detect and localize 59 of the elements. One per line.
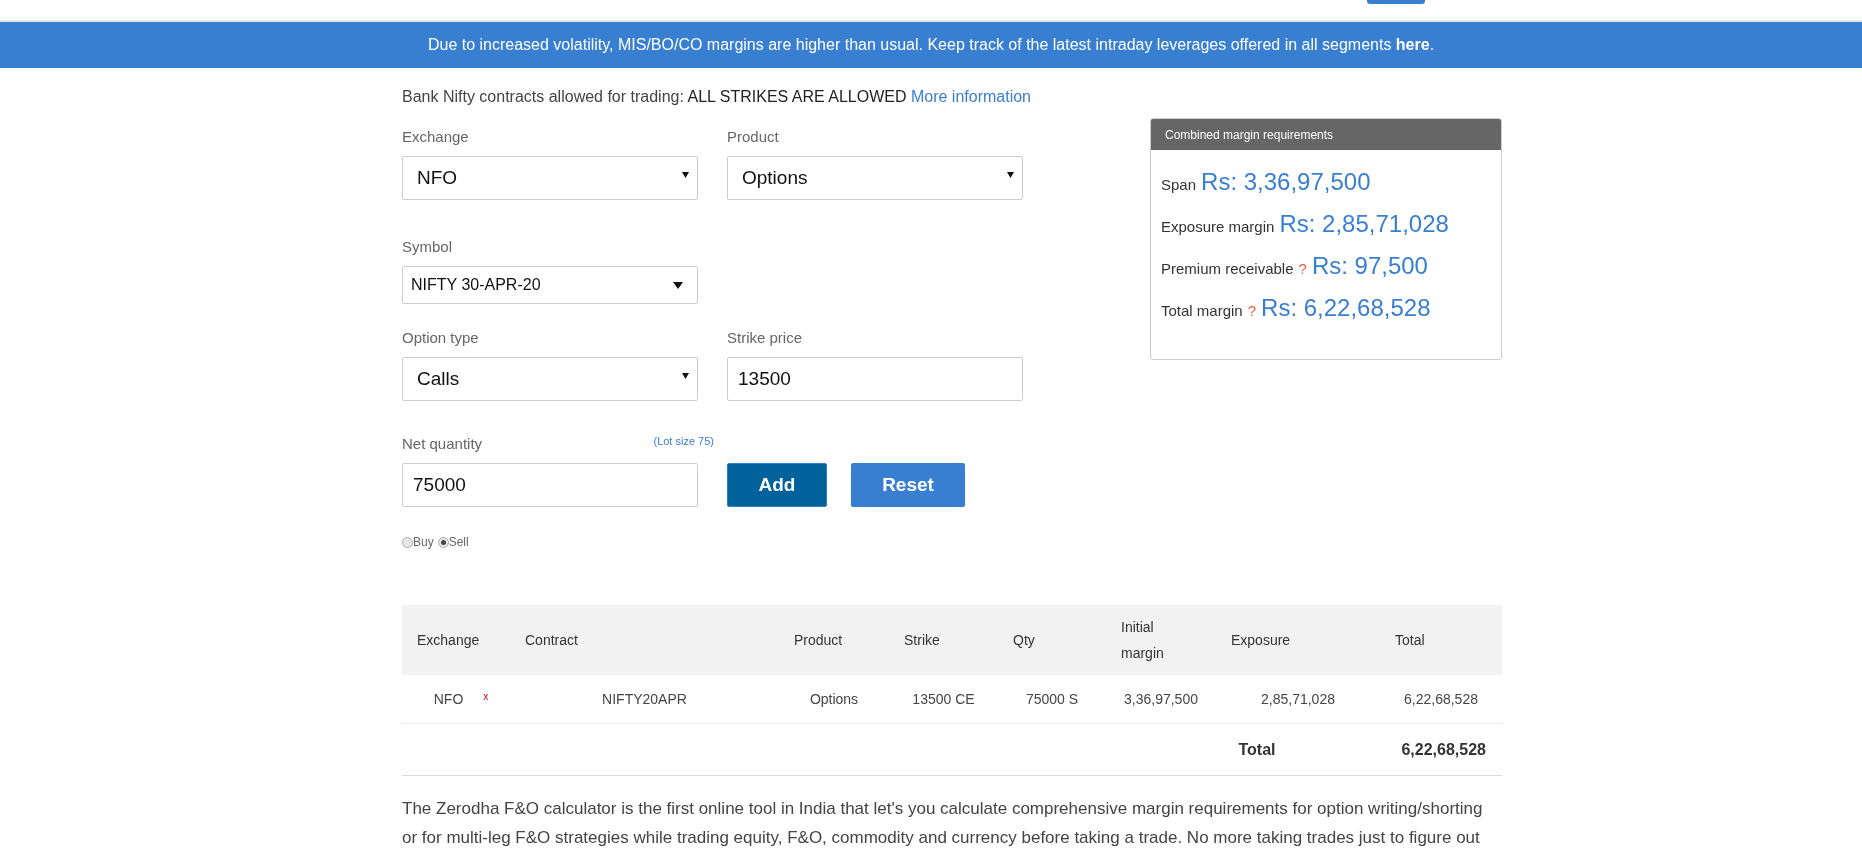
more-information-link[interactable]: More information	[910, 88, 1031, 105]
caret-icon	[673, 281, 683, 289]
card-title: Combined margin requirements	[1151, 119, 1501, 150]
field-label: Symbol	[402, 238, 454, 255]
symbol-select[interactable]: NIFTY 30-APR-20	[402, 266, 698, 304]
banner-text: Due to increased volatility, MIS/BO/CO margins are higher than usual. Keep track of the latest intraday leverages offered in all segments here.	[427, 36, 1435, 54]
caret-icon	[1007, 172, 1014, 178]
margin-value: Rs: 6,22,68,528	[1261, 294, 1431, 322]
field-label: Exchange	[402, 128, 470, 145]
exchange-select[interactable]: NFO	[402, 156, 698, 200]
table-cell: 6,22,68,528	[1404, 691, 1478, 707]
radio-label[interactable]: Sell	[448, 535, 469, 549]
margin-label: Premium receivable	[1161, 260, 1294, 277]
radio-button[interactable]	[437, 536, 449, 548]
table-cell: 2,85,71,028	[1261, 691, 1335, 707]
total-value: 6,22,68,528	[1401, 740, 1486, 759]
table-cell: 75000 S	[1025, 691, 1079, 707]
margin-value: Rs: 97,500	[1311, 252, 1428, 280]
column-header: Qty	[1012, 631, 1036, 650]
description-paragraph: The Zerodha F&O calculator is the first online tool in India that let's you calculate comprehensive margin requirements for option writing/shorting or for multi-leg F&O strategies while trading equity, F&O, commodity and currency before taking a trade. No more taking trades just to figure out	[402, 798, 1484, 849]
field-label: Strike price	[727, 329, 804, 346]
table-cell: NIFTY20APR	[602, 691, 687, 707]
margin-label: Total margin	[1161, 302, 1243, 319]
total-label: Total	[1238, 740, 1276, 759]
product-select[interactable]: Options	[727, 156, 1023, 200]
lot-size-hint: (Lot size 75)	[653, 435, 714, 447]
help-icon[interactable]: ?	[1247, 302, 1257, 319]
caret-icon	[682, 373, 689, 379]
notice-text: Bank Nifty contracts allowed for trading: ALL STRIKES ARE ALLOWED More information	[402, 88, 1032, 106]
radio-label[interactable]: Buy	[413, 535, 434, 549]
column-header: Exposure	[1230, 631, 1292, 650]
column-header: Product	[793, 631, 844, 650]
remove-icon[interactable]: x	[483, 691, 489, 702]
help-icon[interactable]: ?	[1298, 260, 1307, 277]
field-label: Net quantity	[402, 435, 483, 452]
table-cell: Options	[809, 691, 859, 707]
radio-button[interactable]	[402, 536, 413, 548]
column-header: Initial margin	[1120, 618, 1165, 663]
column-header: Total	[1394, 631, 1426, 650]
column-header: Strike	[903, 631, 941, 650]
field-label: Product	[727, 128, 780, 145]
margin-value: Rs: 3,36,97,500	[1201, 168, 1371, 196]
caret-icon	[682, 172, 689, 178]
margin-value: Rs: 2,85,71,028	[1279, 210, 1449, 238]
add-button[interactable]: Add	[727, 463, 827, 507]
header-button[interactable]	[1367, 0, 1425, 4]
field-label: Option type	[402, 329, 480, 346]
table-cell: 13500 CE	[912, 691, 975, 707]
strike-price-field[interactable]: 13500	[727, 357, 1023, 401]
margin-label: Exposure margin	[1161, 218, 1275, 235]
reset-button[interactable]: Reset	[851, 463, 965, 507]
column-header: Exchange	[416, 631, 481, 650]
option-type-select[interactable]: Calls	[402, 357, 698, 401]
margin-label: Span	[1161, 176, 1197, 193]
table-cell: NFO	[433, 691, 464, 707]
table-cell: 3,36,97,500	[1124, 691, 1198, 707]
column-header: Contract	[524, 631, 579, 650]
here-link[interactable]: here	[1395, 36, 1430, 53]
net-quantity-field[interactable]: 75000	[402, 463, 698, 507]
